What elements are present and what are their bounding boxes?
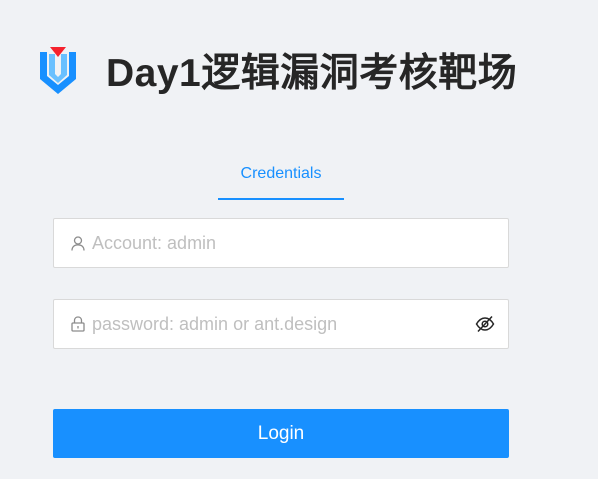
login-button[interactable]: Login	[53, 409, 509, 458]
login-tabs: Credentials	[218, 160, 344, 200]
eye-invisible-icon[interactable]	[474, 313, 496, 335]
password-field[interactable]	[53, 299, 509, 349]
lock-icon	[70, 316, 86, 332]
tab-credentials[interactable]: Credentials	[218, 160, 344, 188]
password-input[interactable]	[92, 309, 474, 339]
user-icon	[70, 235, 86, 251]
header: Day1逻辑漏洞考核靶场	[36, 42, 517, 98]
active-tab-indicator	[218, 198, 344, 200]
account-input[interactable]	[92, 228, 496, 258]
page-title: Day1逻辑漏洞考核靶场	[106, 52, 518, 95]
account-field[interactable]	[53, 218, 509, 268]
shield-v-logo-icon	[36, 44, 80, 96]
